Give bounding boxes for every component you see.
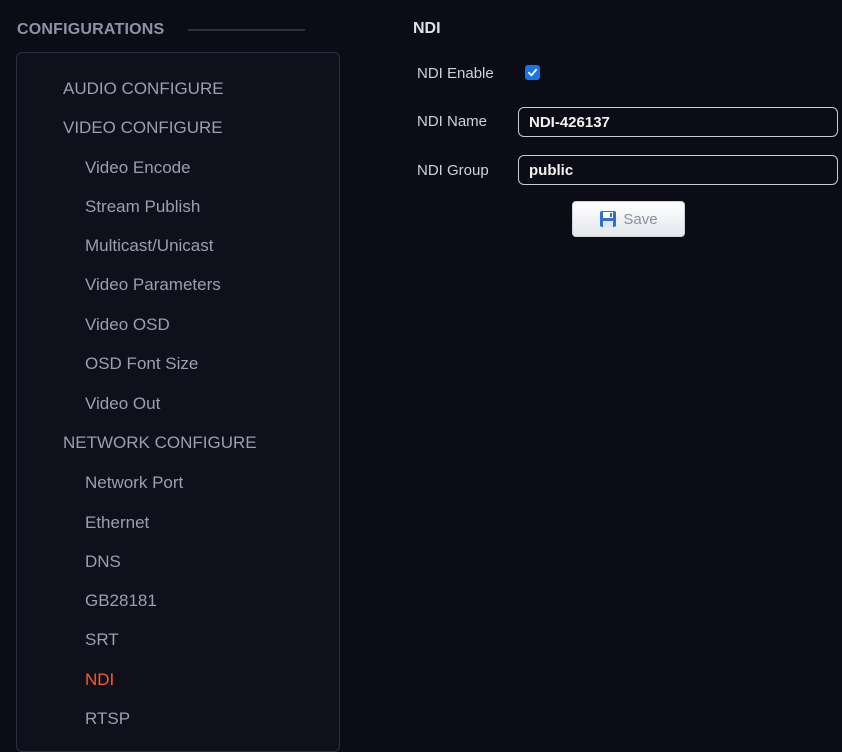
save-button[interactable]: Save (572, 201, 685, 237)
ndi-group-label: NDI Group (417, 162, 489, 179)
nav-item-osd-font-size[interactable]: OSD Font Size (85, 354, 198, 374)
ndi-name-input[interactable] (518, 107, 838, 137)
nav-item-rtsp[interactable]: RTSP (85, 709, 130, 729)
ndi-group-input[interactable] (518, 155, 838, 185)
nav-item-stream-publish[interactable]: Stream Publish (85, 197, 200, 217)
ndi-enable-checkbox[interactable] (525, 65, 540, 80)
nav-item-video-encode[interactable]: Video Encode (85, 158, 191, 178)
checkmark-icon (527, 68, 538, 77)
ndi-enable-label: NDI Enable (417, 65, 494, 82)
page-title: NDI (413, 20, 441, 37)
sidebar-title: CONFIGURATIONS (17, 21, 165, 38)
nav-section-audio-configure[interactable]: AUDIO CONFIGURE (63, 79, 224, 99)
sidebar-header: CONFIGURATIONS (17, 18, 337, 42)
nav-item-srt[interactable]: SRT (85, 630, 119, 650)
nav-item-ethernet[interactable]: Ethernet (85, 513, 149, 533)
nav-item-video-osd[interactable]: Video OSD (85, 315, 170, 335)
nav-item-video-out[interactable]: Video Out (85, 394, 160, 414)
nav-item-video-parameters[interactable]: Video Parameters (85, 275, 221, 295)
header-divider (188, 29, 306, 31)
nav-section-video-configure[interactable]: VIDEO CONFIGURE (63, 118, 223, 138)
nav-item-network-port[interactable]: Network Port (85, 473, 183, 493)
nav-section-network-configure[interactable]: NETWORK CONFIGURE (63, 433, 257, 453)
floppy-disk-icon (600, 211, 617, 227)
nav-item-dns[interactable]: DNS (85, 552, 121, 572)
save-button-label: Save (623, 210, 658, 228)
nav-item-gb28181[interactable]: GB28181 (85, 591, 157, 611)
nav-item-ndi[interactable]: NDI (85, 670, 114, 690)
nav-item-multicast-unicast[interactable]: Multicast/Unicast (85, 236, 213, 256)
ndi-name-label: NDI Name (417, 113, 488, 130)
sidebar-nav: AUDIO CONFIGURE VIDEO CONFIGURE Video En… (16, 52, 340, 752)
